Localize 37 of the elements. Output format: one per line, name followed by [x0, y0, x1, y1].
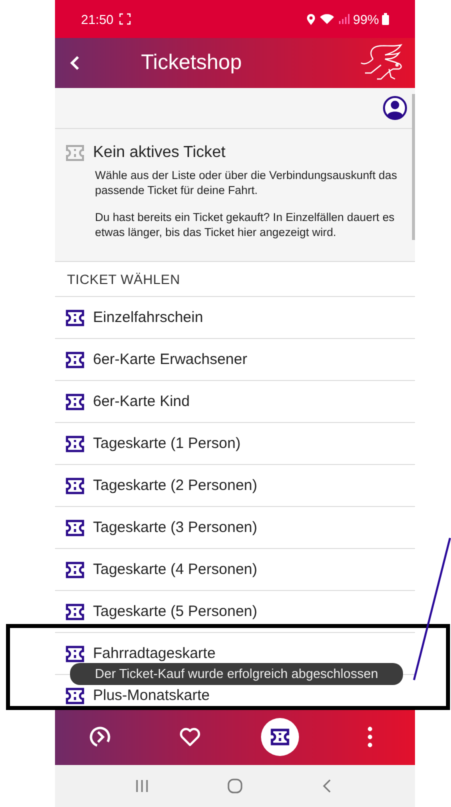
wifi-icon [318, 13, 335, 25]
ticket-icon [65, 392, 85, 412]
screenshot-icon [118, 13, 131, 25]
notice-text: Du hast bereits ein Ticket gekauft? In Einzelfällen dauert es etwas länger, bis das Ticket hier angezeigt wird. [95, 211, 396, 241]
ticket-item[interactable]: Einzelfahrschein [55, 297, 415, 339]
battery-icon [382, 13, 389, 25]
page-title: Ticketshop [141, 51, 243, 75]
ticket-icon [65, 518, 85, 538]
ticket-icon [65, 602, 85, 622]
ticket-item[interactable]: Tageskarte (1 Person) [55, 423, 415, 465]
battery-percent: 99% [352, 12, 379, 26]
ticket-item[interactable]: 6er-Karte Kind [55, 381, 415, 423]
more-icon [367, 726, 373, 748]
nav-tickets-button[interactable] [261, 718, 299, 756]
status-time: 21:50 [81, 12, 114, 26]
recent-apps-icon[interactable] [134, 778, 150, 794]
notice-text: Wähle aus der Liste oder über die Verbindungsauskunft das passende Ticket für deine Fahrt. [95, 169, 398, 199]
location-icon [306, 12, 316, 26]
ticket-icon [65, 350, 85, 370]
ticket-icon [65, 434, 85, 454]
ticket-icon [65, 560, 85, 580]
ticket-item[interactable]: Tageskarte (4 Personen) [55, 549, 415, 591]
ticket-item[interactable]: Tageskarte (2 Personen) [55, 465, 415, 507]
home-icon[interactable] [226, 778, 243, 794]
ticket-icon [65, 686, 85, 706]
ticket-icon [65, 644, 85, 664]
ticket-icon [65, 308, 85, 328]
profile-icon[interactable] [383, 96, 407, 120]
section-title: TICKET WÄHLEN [55, 262, 415, 297]
ticket-item[interactable]: Tageskarte (5 Personen) [55, 591, 415, 633]
ticket-icon [65, 143, 85, 163]
success-toast: Der Ticket-Kauf wurde erfolgreich abgeschlossen [70, 663, 403, 685]
ticket-item[interactable]: Tageskarte (3 Personen) [55, 507, 415, 549]
notice-title: Kein aktives Ticket [93, 144, 226, 162]
signal-icon [338, 13, 350, 25]
ticket-item[interactable]: 6er-Karte Erwachsener [55, 339, 415, 381]
ticket-icon [65, 476, 85, 496]
